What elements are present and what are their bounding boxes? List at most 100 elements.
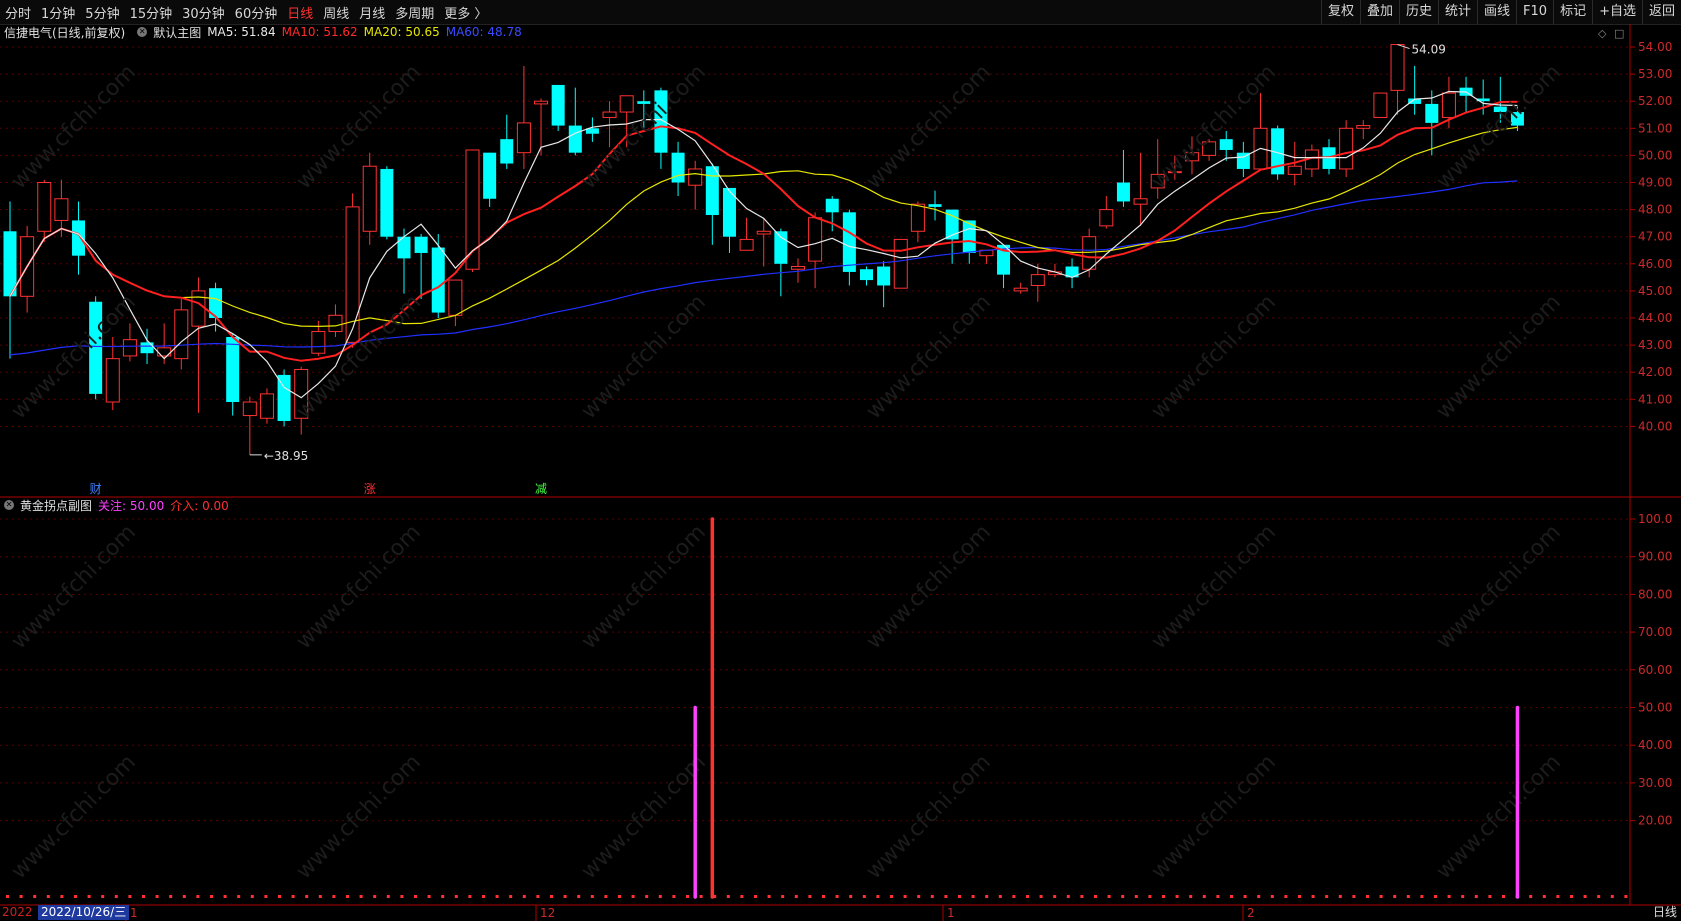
- period-corner-label[interactable]: 日线: [1653, 905, 1677, 920]
- price-tick-label: 53.00: [1638, 67, 1672, 81]
- baseline-dot: [1447, 895, 1451, 898]
- baseline-dot: [767, 895, 771, 898]
- baseline-dot: [1610, 895, 1614, 898]
- baseline-dot: [726, 895, 730, 898]
- baseline-dot: [346, 895, 349, 898]
- baseline-dot: [1379, 895, 1383, 898]
- baseline-dot: [359, 895, 363, 898]
- watermark: www.cfchi.com: [7, 750, 141, 884]
- watermark: www.cfchi.com: [862, 750, 996, 884]
- candle-body-down: [226, 336, 240, 403]
- baseline-dot: [631, 895, 635, 898]
- sub-tick-label: 80.00: [1638, 587, 1672, 601]
- candle-body-up: [1390, 44, 1405, 91]
- sub-tick-label: 70.00: [1638, 625, 1672, 639]
- sub-tick-label: 40.00: [1638, 738, 1672, 752]
- baseline-dot: [454, 895, 458, 898]
- price-tick-label: 50.00: [1638, 148, 1672, 162]
- month-label: 1: [130, 906, 138, 920]
- candle-body-up: [1441, 92, 1456, 118]
- candle-body-down: [928, 204, 942, 207]
- baseline-dot: [522, 895, 526, 898]
- baseline-dot: [998, 895, 1002, 898]
- candle-body-down: [551, 84, 565, 126]
- price-tick-label: 54.00: [1638, 40, 1672, 54]
- watermark: www.cfchi.com: [577, 520, 711, 654]
- price-tick-label: 40.00: [1638, 419, 1672, 433]
- candle-body-down: [568, 125, 582, 153]
- baseline-dot: [291, 895, 295, 898]
- baseline-dot: [19, 895, 23, 898]
- candle-body-up: [910, 203, 925, 232]
- candle-body-up: [37, 182, 52, 232]
- price-tick-label: 46.00: [1638, 257, 1672, 271]
- baseline-dot: [33, 895, 37, 898]
- candle-body-up: [122, 339, 137, 357]
- candle-body-up: [534, 100, 549, 105]
- baseline-dot: [414, 895, 417, 898]
- kline-chart[interactable]: 54.00 53.00 52.00 51.00 50.00 49.00 48.00 47.00…: [0, 0, 1681, 921]
- watermark: www.cfchi.com: [1432, 60, 1566, 194]
- baseline-dot: [1542, 895, 1546, 898]
- baseline-dot: [427, 895, 431, 898]
- sub-tick-label: 90.00: [1638, 550, 1672, 564]
- baseline-dot: [223, 895, 227, 898]
- baseline-dot: [563, 895, 567, 898]
- candle-body-up: [756, 230, 771, 235]
- candle-body-up: [688, 168, 703, 186]
- baseline-dot: [1243, 895, 1247, 898]
- baseline-dot: [264, 895, 268, 898]
- baseline-dot: [1039, 895, 1043, 898]
- baseline-dot: [482, 895, 485, 898]
- watermark: www.cfchi.com: [577, 290, 711, 424]
- baseline-dot: [890, 895, 893, 898]
- baseline-dot: [1175, 895, 1179, 898]
- baseline-dot: [699, 895, 703, 898]
- baseline-dot: [550, 895, 553, 898]
- baseline-dot: [1189, 895, 1193, 898]
- baseline-dot: [1148, 895, 1152, 898]
- price-tick-label: 43.00: [1638, 338, 1672, 352]
- candle-body-up: [311, 331, 326, 354]
- sub-tick-label: 20.00: [1638, 814, 1672, 828]
- baseline-dot: [658, 895, 662, 898]
- baseline-dot: [169, 895, 173, 898]
- sub-tick-label: 30.00: [1638, 776, 1672, 790]
- baseline-dot: [808, 895, 812, 898]
- sub-tick-label: 50.00: [1638, 701, 1672, 715]
- baseline-dot: [740, 895, 744, 898]
- baseline-dot: [1080, 895, 1084, 898]
- candle-body-up: [54, 198, 69, 221]
- baseline-dot: [536, 895, 540, 898]
- candle-body-up: [191, 290, 206, 327]
- baseline-dot: [386, 895, 390, 898]
- candle-body-up: [808, 217, 823, 262]
- candle-body-up: [739, 238, 754, 251]
- price-tick-label: 45.00: [1638, 284, 1672, 298]
- baseline-dot: [509, 895, 513, 898]
- sub-tick-label: 60.00: [1638, 663, 1672, 677]
- month-label: 1: [947, 906, 955, 920]
- candle-body-up: [1356, 125, 1371, 129]
- baseline-dot: [74, 895, 77, 898]
- watermark: www.cfchi.com: [577, 750, 711, 884]
- watermark: www.cfchi.com: [1432, 290, 1566, 424]
- baseline-dot: [835, 895, 839, 898]
- baseline-dot: [876, 895, 880, 898]
- candle-body-up: [1133, 198, 1148, 205]
- baseline-dot: [1338, 895, 1342, 898]
- baseline-dot: [985, 895, 989, 898]
- watermark: www.cfchi.com: [1432, 750, 1566, 884]
- candle-body-down: [860, 269, 873, 281]
- candle-body-up: [174, 309, 189, 360]
- watermark: www.cfchi.com: [862, 290, 996, 424]
- baseline-dot: [46, 895, 50, 898]
- baseline-dot: [318, 895, 322, 898]
- crosshair-date: 2022/10/26/三: [38, 905, 130, 920]
- baseline-dot: [958, 895, 961, 898]
- watermark: www.cfchi.com: [7, 60, 141, 194]
- high-annotation: 54.09: [1412, 43, 1446, 57]
- baseline-dot: [1230, 895, 1233, 898]
- baseline-dot: [1570, 895, 1573, 898]
- baseline-dot: [441, 895, 445, 898]
